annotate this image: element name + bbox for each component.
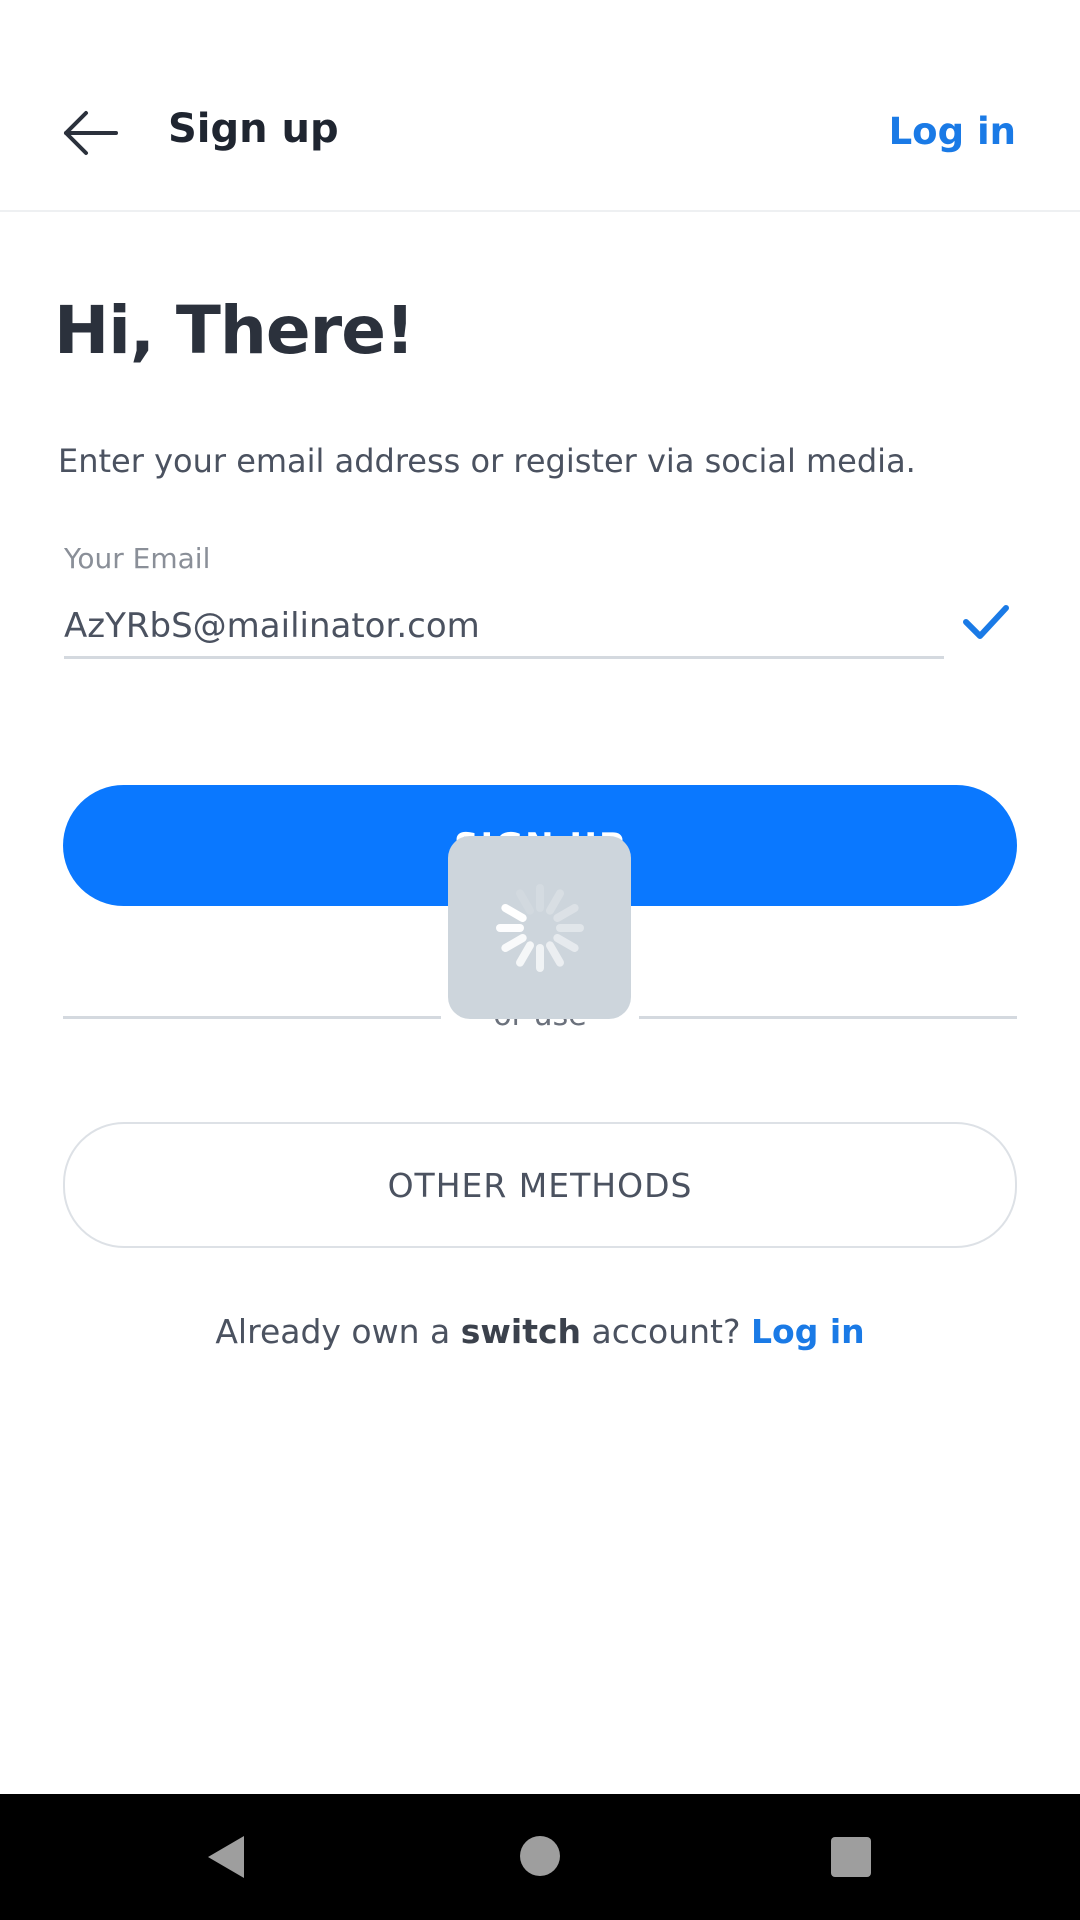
- email-field[interactable]: [64, 596, 944, 659]
- header-login-link[interactable]: Log in: [889, 110, 1016, 153]
- app-header: Sign up Log in: [0, 60, 1080, 212]
- footer-prefix: Already own a: [215, 1312, 451, 1351]
- nav-home-button[interactable]: [520, 1836, 560, 1876]
- footer-suffix: account?: [591, 1312, 741, 1351]
- footer-login-link[interactable]: Log in: [751, 1312, 865, 1351]
- divider-right: [639, 1016, 1017, 1019]
- system-navigation-bar: [0, 1794, 1080, 1920]
- check-icon: [963, 605, 1009, 639]
- nav-back-button[interactable]: [204, 1832, 248, 1882]
- headline: Hi, There!: [54, 292, 415, 369]
- signup-screen: Sign up Log in Hi, There! Enter your ema…: [0, 0, 1080, 1920]
- triangle-back-icon: [208, 1836, 244, 1878]
- loading-overlay: [448, 836, 631, 1019]
- other-methods-button[interactable]: OTHER METHODS: [63, 1122, 1017, 1248]
- divider-left: [63, 1016, 441, 1019]
- subtitle: Enter your email address or register via…: [58, 442, 916, 480]
- email-label: Your Email: [64, 542, 211, 575]
- footer-login-prompt: Already own a switch account? Log in: [0, 1312, 1080, 1351]
- arrow-left-icon: [64, 111, 118, 155]
- page-title: Sign up: [168, 106, 339, 152]
- nav-recents-button[interactable]: [831, 1837, 871, 1877]
- footer-brand: switch: [460, 1312, 582, 1351]
- back-button[interactable]: [60, 108, 130, 158]
- spinner-icon: [495, 883, 584, 972]
